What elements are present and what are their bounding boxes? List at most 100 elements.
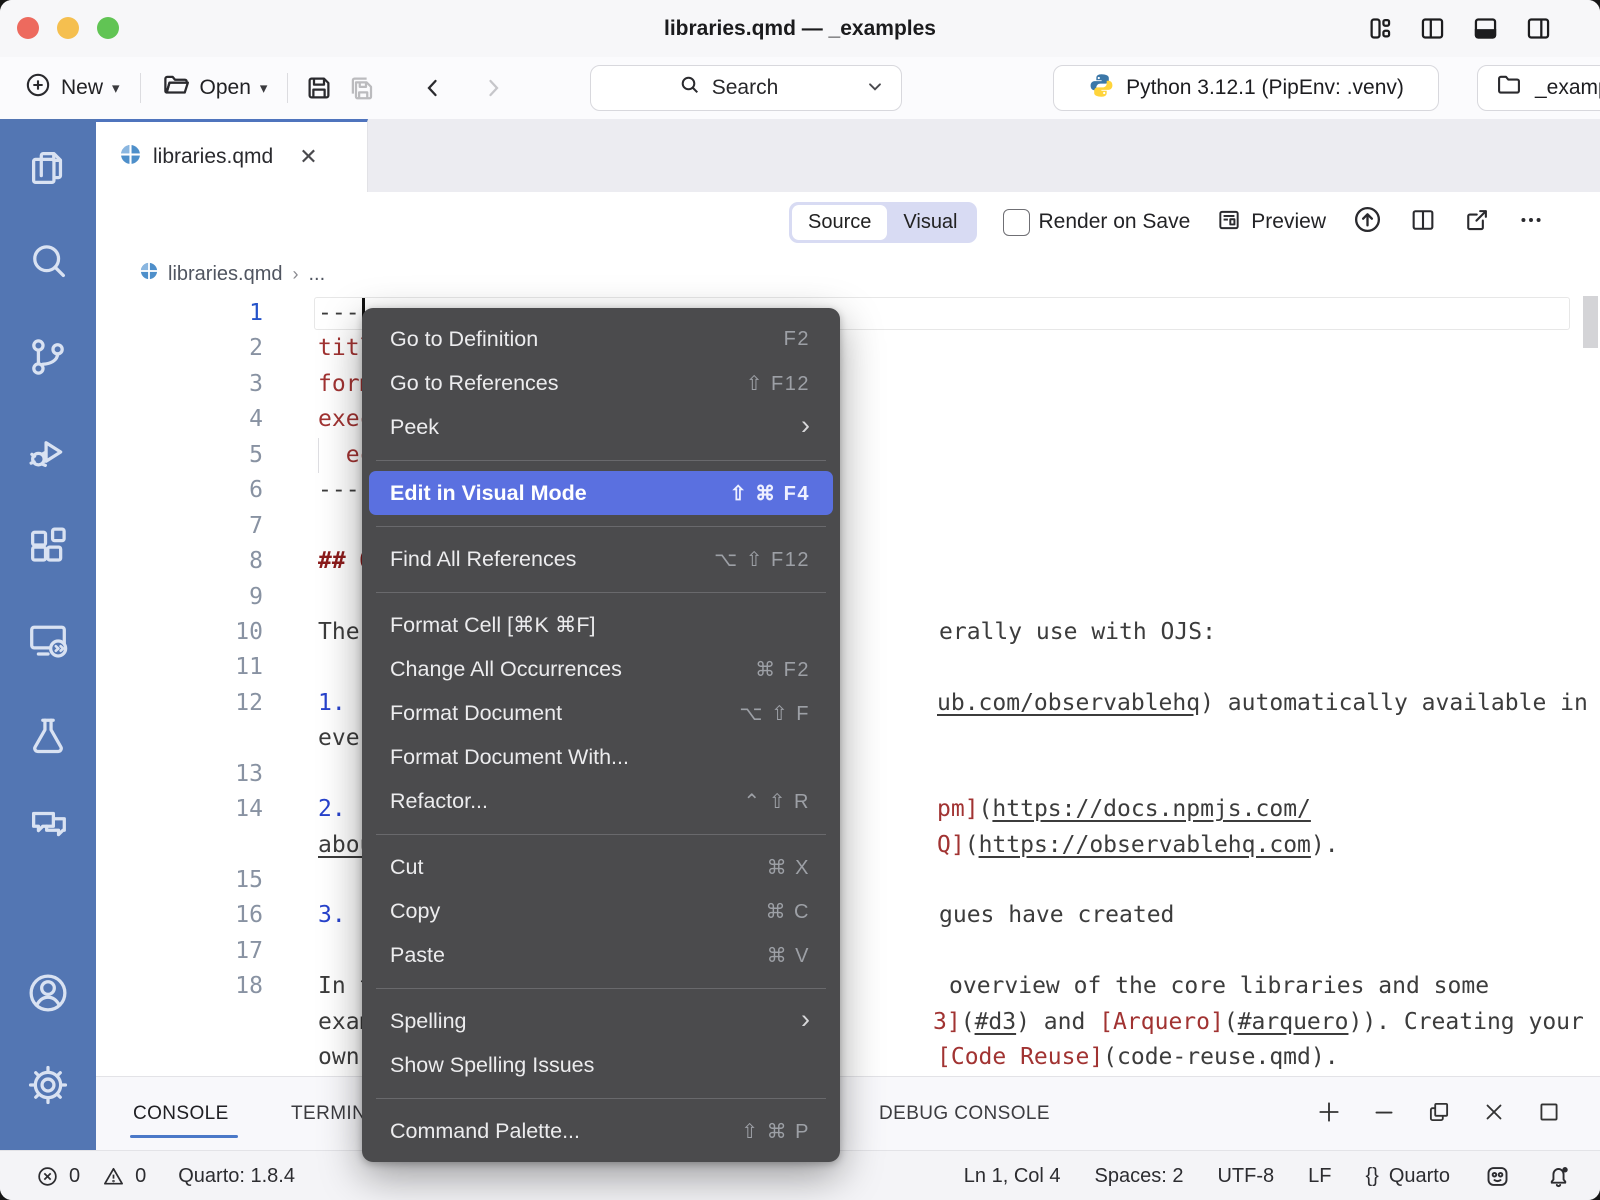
source-control-icon[interactable] xyxy=(25,334,71,380)
code-line[interactable]: 7 xyxy=(96,509,1600,544)
code-line[interactable]: 121. [Obserub.com/observablehq) automati… xyxy=(96,686,1600,721)
code-line[interactable]: 10There are erally use with OJS: xyxy=(96,615,1600,650)
line-number: 11 xyxy=(96,650,271,685)
customize-layout-icon[interactable] xyxy=(1366,15,1393,42)
search-icon[interactable] xyxy=(25,239,71,285)
editor-scrollbar[interactable] xyxy=(1583,296,1598,348)
code-line[interactable]: 18In this dooverview of the core librari… xyxy=(96,969,1600,1004)
code-line[interactable]: 142. Third-pm](https://docs.npmjs.com/ xyxy=(96,792,1600,827)
explorer-icon[interactable] xyxy=(25,145,71,191)
back-button[interactable] xyxy=(412,67,454,109)
toggle-secondary-sidebar-icon[interactable] xyxy=(1525,15,1552,42)
quarto-file-icon xyxy=(140,262,158,286)
code-editor[interactable]: 1---2title: "Li3format: ht4execute:5 ech… xyxy=(96,296,1600,1076)
context-menu-item[interactable]: Edit in Visual Mode⇧ ⌘ F4 xyxy=(369,471,833,515)
context-menu-item[interactable]: Change All Occurrences⌘ F2 xyxy=(362,647,840,691)
render-document-button[interactable] xyxy=(1352,204,1383,240)
context-menu-item[interactable]: Format Cell [⌘K ⌘F] xyxy=(362,603,840,647)
settings-gear-icon[interactable] xyxy=(25,1062,71,1108)
toggle-sidebar-icon[interactable] xyxy=(1419,15,1446,42)
maximize-panel-icon[interactable] xyxy=(1536,1099,1562,1130)
more-actions-button[interactable] xyxy=(1517,206,1545,239)
workspace-button[interactable]: _examples xyxy=(1477,65,1600,111)
code-line[interactable]: about-packQ](https://observablehq.com). xyxy=(96,828,1600,863)
editor-tab-strip: libraries.qmd ✕ xyxy=(96,119,1600,192)
context-menu-item[interactable]: Cut⌘ X xyxy=(362,845,840,889)
context-menu-item[interactable]: Format Document⌥ ⇧ F xyxy=(362,691,840,735)
cursor-position-status[interactable]: Ln 1, Col 4 xyxy=(964,1165,1061,1188)
context-menu-item[interactable]: Go to DefinitionF2 xyxy=(362,317,840,361)
code-line[interactable]: examples o3](#d3) and [Arquero](#arquero… xyxy=(96,1005,1600,1040)
code-line[interactable]: 15 xyxy=(96,863,1600,898)
save-button[interactable] xyxy=(298,67,340,109)
code-line[interactable]: 13 xyxy=(96,757,1600,792)
close-tab-icon[interactable]: ✕ xyxy=(299,144,317,170)
open-button[interactable]: Open▾ xyxy=(151,65,278,111)
menu-separator xyxy=(376,592,826,593)
restore-panel-icon[interactable] xyxy=(1426,1099,1452,1130)
feedback-smiley-icon[interactable] xyxy=(1484,1163,1511,1190)
source-mode-button[interactable]: Source xyxy=(792,205,887,240)
line-number: 12 xyxy=(96,686,271,721)
indentation-status[interactable]: Spaces: 2 xyxy=(1095,1165,1184,1188)
forward-button[interactable] xyxy=(472,67,514,109)
code-line[interactable]: every docu xyxy=(96,721,1600,756)
breadcrumb[interactable]: libraries.qmd › ... xyxy=(96,252,1600,296)
context-menu-item[interactable]: Paste⌘ V xyxy=(362,933,840,977)
save-all-button[interactable] xyxy=(340,67,382,109)
context-menu-item[interactable]: Go to References⇧ F12 xyxy=(362,361,840,405)
comments-icon[interactable] xyxy=(25,803,71,849)
code-line[interactable]: 6--- xyxy=(96,473,1600,508)
run-debug-icon[interactable] xyxy=(25,429,71,475)
close-panel-icon[interactable] xyxy=(1481,1099,1507,1130)
code-line[interactable]: 3format: ht xyxy=(96,367,1600,402)
code-line[interactable]: 4execute: xyxy=(96,402,1600,437)
visual-mode-button[interactable]: Visual xyxy=(887,205,973,240)
code-line[interactable]: 11 xyxy=(96,650,1600,685)
problems-status[interactable]: 0 0 xyxy=(36,1165,146,1188)
testing-icon[interactable] xyxy=(25,712,71,758)
eol-status[interactable]: LF xyxy=(1308,1165,1331,1188)
toggle-panel-icon[interactable] xyxy=(1472,15,1499,42)
tab-console[interactable]: CONSOLE xyxy=(133,1077,229,1151)
context-menu-item[interactable]: Peek› xyxy=(362,405,840,449)
extensions-icon[interactable] xyxy=(25,523,71,569)
code-line[interactable]: own librar[Code Reuse](code-reuse.qmd). xyxy=(96,1040,1600,1075)
remote-explorer-icon[interactable] xyxy=(25,618,71,664)
new-console-icon[interactable] xyxy=(1316,1099,1342,1130)
context-menu-item[interactable]: Copy⌘ C xyxy=(362,889,840,933)
tab-libraries-qmd[interactable]: libraries.qmd ✕ xyxy=(96,119,368,192)
interpreter-selector[interactable]: Python 3.12.1 (PipEnv: .venv) xyxy=(1053,65,1439,111)
new-button[interactable]: New▾ xyxy=(14,65,130,111)
context-menu-item[interactable]: Find All References⌥ ⇧ F12 xyxy=(362,537,840,581)
preview-button[interactable]: Preview xyxy=(1216,207,1326,238)
context-menu-item[interactable]: Spelling› xyxy=(362,999,840,1043)
notifications-bell-icon[interactable] xyxy=(1545,1163,1572,1190)
context-menu-item[interactable]: Format Document With... xyxy=(362,735,840,779)
breadcrumb-more[interactable]: ... xyxy=(308,263,325,286)
code-line[interactable]: 1--- xyxy=(96,296,1600,331)
quarto-version-status[interactable]: Quarto: 1.8.4 xyxy=(178,1165,295,1188)
encoding-status[interactable]: UTF-8 xyxy=(1217,1165,1274,1188)
context-menu-item[interactable]: Command Palette...⇧ ⌘ P xyxy=(362,1109,840,1153)
render-on-save-checkbox[interactable] xyxy=(1003,209,1030,236)
context-menu-item[interactable]: Show Spelling Issues xyxy=(362,1043,840,1087)
code-line[interactable]: 5 echo: fe xyxy=(96,438,1600,473)
code-line[interactable]: 163. Customgues have created xyxy=(96,898,1600,933)
app-window: libraries.qmd — _examples New▾ Open▾ Sea… xyxy=(0,0,1600,1200)
tab-debug-console[interactable]: DEBUG CONSOLE xyxy=(879,1077,1050,1151)
minimize-panel-icon[interactable] xyxy=(1371,1099,1397,1130)
code-line[interactable]: 9 xyxy=(96,580,1600,615)
code-line[interactable]: 2title: "Li xyxy=(96,331,1600,366)
global-search-box[interactable]: Search xyxy=(590,65,902,111)
code-line[interactable]: 8## Overvie xyxy=(96,544,1600,579)
open-in-new-window-button[interactable] xyxy=(1463,206,1491,239)
breadcrumb-file[interactable]: libraries.qmd xyxy=(168,263,282,286)
code-line[interactable]: 17 xyxy=(96,934,1600,969)
split-editor-button[interactable] xyxy=(1409,206,1437,239)
account-icon[interactable] xyxy=(25,970,71,1016)
folder-open-icon xyxy=(161,70,191,106)
context-menu-item[interactable]: Refactor...⌃ ⇧ R xyxy=(362,779,840,823)
language-mode-status[interactable]: {} Quarto xyxy=(1365,1165,1450,1188)
chevron-down-icon[interactable] xyxy=(865,76,885,101)
